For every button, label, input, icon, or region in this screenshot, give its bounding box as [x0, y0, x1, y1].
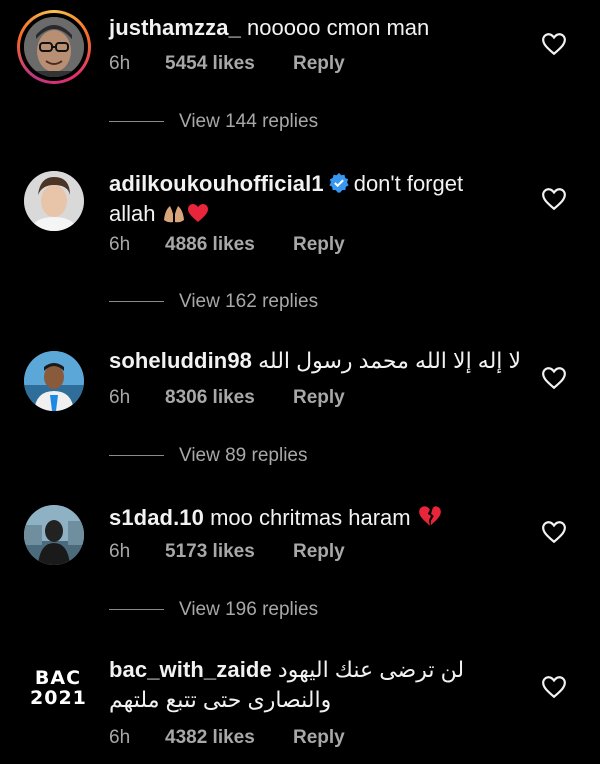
reply-button[interactable]: Reply: [293, 232, 345, 258]
praying-hands-icon: [163, 206, 184, 223]
comment-meta: 6h 4886 likes Reply: [109, 232, 345, 258]
like-heart-icon[interactable]: [541, 366, 567, 390]
timestamp: 6h: [109, 53, 131, 74]
avatar[interactable]: BAC 2021: [30, 668, 86, 708]
view-replies-label[interactable]: View 89 replies: [179, 445, 308, 466]
comment-meta: 6h 5454 likes Reply: [109, 51, 345, 77]
username[interactable]: bac_with_zaide: [109, 657, 272, 682]
username[interactable]: soheluddin98: [109, 348, 252, 373]
comment-meta: 6h 4382 likes Reply: [109, 725, 345, 751]
avatar[interactable]: [24, 505, 84, 565]
comment-item: soheluddin98 لا إله إلا الله محمد رسول ا…: [0, 340, 600, 480]
comment-body: لا إله إلا الله محمد رسول الله: [258, 348, 522, 373]
comment-meta: 6h 8306 likes Reply: [109, 385, 345, 411]
reply-button[interactable]: Reply: [293, 539, 345, 565]
comment-text: bac_with_zaide لن ترضى عنك اليهود والنصا…: [109, 655, 530, 715]
view-replies-label[interactable]: View 144 replies: [179, 111, 318, 132]
username[interactable]: s1dad.10: [109, 505, 204, 530]
comment-text: justhamzza_ nooooo cmon man: [109, 13, 530, 43]
person-avatar-icon: [24, 505, 84, 565]
likes-count[interactable]: 4886 likes: [165, 232, 293, 258]
person-avatar-icon: [24, 351, 84, 411]
like-heart-icon[interactable]: [541, 187, 567, 211]
avatar-text-line2: 2021: [30, 687, 87, 709]
reply-button[interactable]: Reply: [293, 725, 345, 751]
comment-body: nooooo cmon man: [247, 15, 430, 40]
comment-meta: 6h 5173 likes Reply: [109, 539, 345, 565]
timestamp: 6h: [109, 727, 131, 748]
verified-badge-icon: [329, 172, 349, 193]
reply-button[interactable]: Reply: [293, 51, 345, 77]
divider-line: [109, 609, 164, 611]
view-replies-button[interactable]: View 89 replies: [109, 443, 308, 469]
avatar-text-line1: BAC: [34, 667, 82, 689]
view-replies-button[interactable]: View 144 replies: [109, 109, 318, 135]
divider-line: [109, 121, 164, 123]
comment-item: adilkoukouhofficial1 don't forget allah …: [0, 160, 600, 330]
likes-count[interactable]: 4382 likes: [165, 725, 293, 751]
comment-text: s1dad.10 moo chritmas haram: [109, 503, 530, 533]
person-with-glasses-avatar-icon: [24, 17, 84, 77]
username[interactable]: adilkoukouhofficial1: [109, 171, 324, 196]
timestamp: 6h: [109, 387, 131, 408]
like-heart-icon[interactable]: [541, 520, 567, 544]
comment-body: moo chritmas haram: [210, 505, 411, 530]
likes-count[interactable]: 8306 likes: [165, 385, 293, 411]
person-avatar-icon: [24, 171, 84, 231]
comment-body: لن ترضى عنك اليهود: [277, 657, 465, 682]
comment-item: BAC 2021 bac_with_zaide لن ترضى عنك اليه…: [0, 648, 600, 764]
comment-text: adilkoukouhofficial1 don't forget allah: [109, 169, 530, 229]
view-replies-button[interactable]: View 196 replies: [109, 597, 318, 623]
avatar[interactable]: [24, 171, 84, 231]
divider-line: [109, 301, 164, 303]
view-replies-label[interactable]: View 196 replies: [179, 599, 318, 620]
likes-count[interactable]: 5454 likes: [165, 51, 293, 77]
comment-body-line2: والنصارى حتى تتبع ملتهم: [109, 687, 332, 712]
comment-item: s1dad.10 moo chritmas haram 6h 5173 likes…: [0, 494, 600, 634]
username[interactable]: justhamzza_: [109, 15, 241, 40]
broken-heart-icon: [418, 506, 441, 526]
divider-line: [109, 455, 164, 457]
view-replies-label[interactable]: View 162 replies: [179, 291, 318, 312]
avatar[interactable]: [24, 17, 84, 77]
avatar[interactable]: [24, 351, 84, 411]
timestamp: 6h: [109, 541, 131, 562]
like-heart-icon[interactable]: [541, 675, 567, 699]
comment-body: don't forget: [353, 171, 464, 196]
timestamp: 6h: [109, 234, 131, 255]
red-heart-icon: [187, 204, 208, 222]
like-heart-icon[interactable]: [541, 32, 567, 56]
likes-count[interactable]: 5173 likes: [165, 539, 293, 565]
comment-text: soheluddin98 لا إله إلا الله محمد رسول ا…: [109, 346, 530, 376]
comment-body-line2: allah: [109, 201, 156, 226]
comment-item: justhamzza_ nooooo cmon man 6h 5454 likes…: [0, 0, 600, 150]
view-replies-button[interactable]: View 162 replies: [109, 289, 318, 315]
reply-button[interactable]: Reply: [293, 385, 345, 411]
